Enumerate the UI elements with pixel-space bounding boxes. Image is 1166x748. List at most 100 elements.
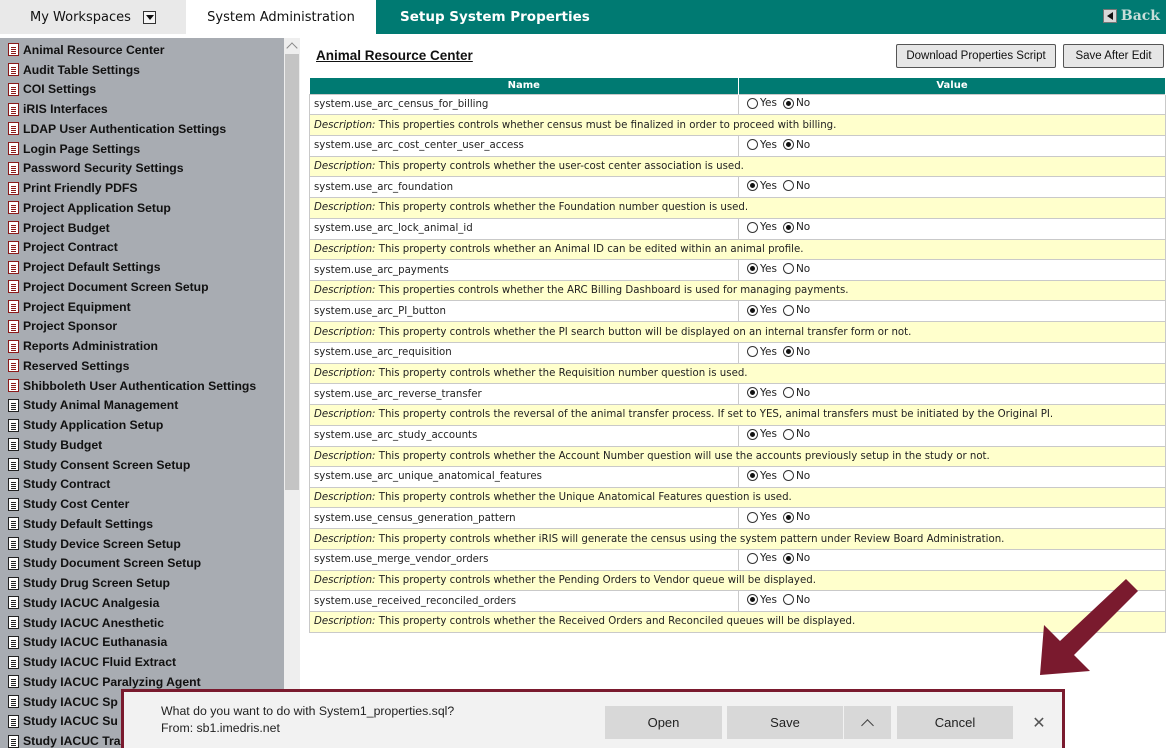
- radio-no[interactable]: No: [782, 387, 810, 399]
- sidebar-item[interactable]: Login Page Settings: [0, 139, 284, 159]
- tab-system-administration[interactable]: System Administration: [186, 0, 376, 34]
- save-after-edit-button[interactable]: Save After Edit: [1063, 44, 1164, 68]
- sidebar-item[interactable]: LDAP User Authentication Settings: [0, 119, 284, 139]
- radio-yes-icon[interactable]: [747, 594, 758, 606]
- close-icon[interactable]: ✕: [1024, 706, 1054, 739]
- sidebar-item[interactable]: Study Drug Screen Setup: [0, 573, 284, 593]
- sidebar-item[interactable]: Study IACUC Fluid Extract: [0, 652, 284, 672]
- radio-no-icon[interactable]: [782, 594, 794, 606]
- sidebar-item[interactable]: Study Contract: [0, 475, 284, 495]
- radio-no-icon[interactable]: [782, 511, 794, 523]
- radio-yes-icon[interactable]: [747, 304, 758, 316]
- radio-yes[interactable]: Yes: [747, 97, 777, 109]
- radio-no[interactable]: No: [782, 470, 810, 482]
- sidebar-item[interactable]: Project Document Screen Setup: [0, 277, 284, 297]
- radio-no[interactable]: No: [782, 552, 810, 564]
- radio-yes[interactable]: Yes: [747, 470, 777, 482]
- sidebar-item[interactable]: Reserved Settings: [0, 356, 284, 376]
- cancel-button[interactable]: Cancel: [897, 706, 1013, 739]
- radio-yes[interactable]: Yes: [747, 263, 777, 275]
- radio-yes[interactable]: Yes: [747, 552, 777, 564]
- radio-no-icon[interactable]: [782, 428, 794, 440]
- scroll-thumb[interactable]: [285, 54, 299, 490]
- sidebar-item[interactable]: Project Application Setup: [0, 198, 284, 218]
- description-row: Description: This property controls whet…: [309, 445, 1166, 468]
- sidebar-item[interactable]: Study IACUC Euthanasia: [0, 633, 284, 653]
- radio-yes[interactable]: Yes: [747, 346, 777, 358]
- radio-yes-icon[interactable]: [747, 346, 758, 358]
- radio-no[interactable]: No: [782, 594, 810, 606]
- sidebar-item[interactable]: Password Security Settings: [0, 159, 284, 179]
- radio-no[interactable]: No: [782, 97, 810, 109]
- radio-yes-icon[interactable]: [747, 428, 758, 440]
- radio-yes[interactable]: Yes: [747, 221, 777, 233]
- sidebar-item[interactable]: Project Contract: [0, 238, 284, 258]
- radio-no-icon[interactable]: [782, 180, 794, 192]
- sidebar-item[interactable]: Shibboleth User Authentication Settings: [0, 376, 284, 396]
- radio-no[interactable]: No: [782, 263, 810, 275]
- sidebar-item-label: Study Device Screen Setup: [23, 536, 181, 551]
- sidebar-item[interactable]: Study Cost Center: [0, 494, 284, 514]
- radio-no-icon[interactable]: [782, 139, 794, 151]
- radio-no[interactable]: No: [782, 139, 810, 151]
- sidebar-item[interactable]: Project Default Settings: [0, 257, 284, 277]
- sidebar-item[interactable]: Animal Resource Center: [0, 40, 284, 60]
- radio-yes[interactable]: Yes: [747, 428, 777, 440]
- radio-no-icon[interactable]: [782, 387, 794, 399]
- radio-yes-icon[interactable]: [747, 97, 758, 109]
- sidebar-item[interactable]: Reports Administration: [0, 336, 284, 356]
- sidebar-item[interactable]: COI Settings: [0, 80, 284, 100]
- radio-no-icon[interactable]: [782, 470, 794, 482]
- radio-no-icon[interactable]: [782, 346, 794, 358]
- my-workspaces-menu[interactable]: My Workspaces: [0, 0, 186, 34]
- sidebar-item[interactable]: Study Animal Management: [0, 396, 284, 416]
- sidebar-item[interactable]: Study Consent Screen Setup: [0, 455, 284, 475]
- radio-no-icon[interactable]: [782, 97, 794, 109]
- radio-no-icon[interactable]: [782, 221, 794, 233]
- sidebar-item[interactable]: Study Application Setup: [0, 415, 284, 435]
- sidebar-item[interactable]: Study Device Screen Setup: [0, 534, 284, 554]
- radio-no[interactable]: No: [782, 180, 810, 192]
- open-button[interactable]: Open: [605, 706, 722, 739]
- download-properties-script-button[interactable]: Download Properties Script: [896, 44, 1056, 68]
- radio-no[interactable]: No: [782, 304, 810, 316]
- radio-no-icon[interactable]: [782, 304, 794, 316]
- radio-yes-icon[interactable]: [747, 139, 758, 151]
- sidebar-item[interactable]: Project Equipment: [0, 297, 284, 317]
- sidebar-item[interactable]: Audit Table Settings: [0, 60, 284, 80]
- sidebar-item[interactable]: Study IACUC Analgesia: [0, 593, 284, 613]
- sidebar-item[interactable]: Study IACUC Anesthetic: [0, 613, 284, 633]
- radio-no[interactable]: No: [782, 346, 810, 358]
- radio-yes-icon[interactable]: [747, 470, 758, 482]
- radio-yes-icon[interactable]: [747, 511, 758, 523]
- radio-yes-icon[interactable]: [747, 180, 758, 192]
- sidebar-scrollbar[interactable]: [284, 38, 300, 748]
- radio-yes[interactable]: Yes: [747, 180, 777, 192]
- scroll-up-icon[interactable]: [286, 42, 298, 54]
- radio-no[interactable]: No: [782, 221, 810, 233]
- sidebar-item[interactable]: Print Friendly PDFS: [0, 178, 284, 198]
- sidebar-item[interactable]: Project Sponsor: [0, 317, 284, 337]
- radio-yes[interactable]: Yes: [747, 139, 777, 151]
- radio-yes[interactable]: Yes: [747, 594, 777, 606]
- radio-no-icon[interactable]: [782, 263, 794, 275]
- back-button[interactable]: Back: [1102, 6, 1160, 26]
- radio-yes-icon[interactable]: [747, 263, 758, 275]
- radio-no[interactable]: No: [782, 511, 810, 523]
- save-options-button[interactable]: [844, 706, 891, 739]
- radio-no[interactable]: No: [782, 428, 810, 440]
- sidebar-item[interactable]: Project Budget: [0, 218, 284, 238]
- radio-yes[interactable]: Yes: [747, 304, 777, 316]
- sidebar-item[interactable]: Study Default Settings: [0, 514, 284, 534]
- radio-no-icon[interactable]: [782, 552, 794, 564]
- radio-yes[interactable]: Yes: [747, 387, 777, 399]
- radio-yes-icon[interactable]: [747, 221, 758, 233]
- dropdown-icon[interactable]: [142, 10, 156, 24]
- radio-yes-icon[interactable]: [747, 552, 758, 564]
- radio-yes-icon[interactable]: [747, 387, 758, 399]
- save-button[interactable]: Save: [727, 706, 843, 739]
- radio-yes[interactable]: Yes: [747, 511, 777, 523]
- sidebar-item[interactable]: Study Budget: [0, 435, 284, 455]
- sidebar-item[interactable]: Study Document Screen Setup: [0, 554, 284, 574]
- sidebar-item[interactable]: iRIS Interfaces: [0, 99, 284, 119]
